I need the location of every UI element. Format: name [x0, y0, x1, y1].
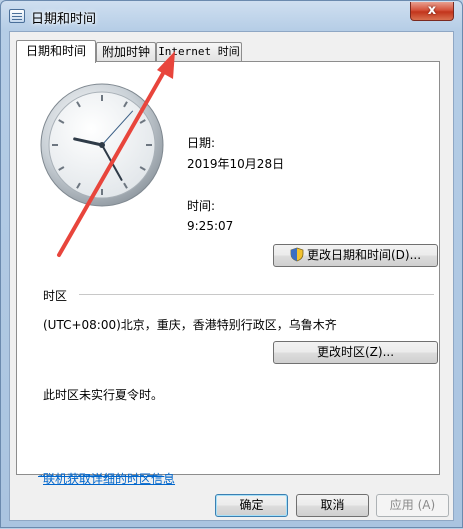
close-button[interactable]: x [410, 2, 454, 21]
tab-internet-time[interactable]: Internet 时间 [156, 42, 242, 62]
apply-button[interactable]: 应用 (A) [376, 494, 449, 517]
dialog-client-area: 日期和时间 附加时钟 Internet 时间 日期: 2019年10月28日 时… [9, 31, 454, 521]
date-label: 日期: [187, 136, 216, 150]
change-date-time-label: 更改日期和时间(D)... [306, 248, 422, 262]
change-date-time-button[interactable]: 更改日期和时间(D)... [273, 244, 438, 267]
dst-note: 此时区未实行夏令时。 [43, 388, 164, 402]
timezone-divider [79, 294, 434, 295]
date-value: 2019年10月28日 [187, 157, 285, 171]
window-title: 日期和时间 [31, 12, 97, 27]
dialog-window: 日期和时间 x 日期和时间 附加时钟 Internet 时间 日期: 2019年… [0, 0, 463, 528]
ok-button[interactable]: 确定 [215, 494, 288, 517]
tab-additional-clocks[interactable]: 附加时钟 [96, 42, 156, 62]
cancel-button[interactable]: 取消 [296, 494, 369, 517]
tab-date-time[interactable]: 日期和时间 [16, 40, 96, 63]
change-timezone-button[interactable]: 更改时区(Z)... [273, 341, 438, 364]
time-label: 时间: [187, 199, 216, 213]
datetime-app-icon [9, 9, 25, 23]
online-timezone-info-link[interactable]: 联机获取详细的时区信息 [43, 470, 175, 487]
analog-clock-icon [40, 83, 164, 207]
timezone-section-label: 时区 [43, 289, 68, 303]
time-value: 9:25:07 [187, 219, 234, 233]
uac-shield-icon [290, 247, 304, 262]
timezone-value: (UTC+08:00)北京，重庆，香港特别行政区，乌鲁木齐 [43, 318, 337, 332]
title-bar[interactable]: 日期和时间 x [1, 1, 462, 31]
tab-panel-date-time: 日期: 2019年10月28日 时间: 9:25:07 更改日期和时间(D)..… [16, 61, 440, 486]
